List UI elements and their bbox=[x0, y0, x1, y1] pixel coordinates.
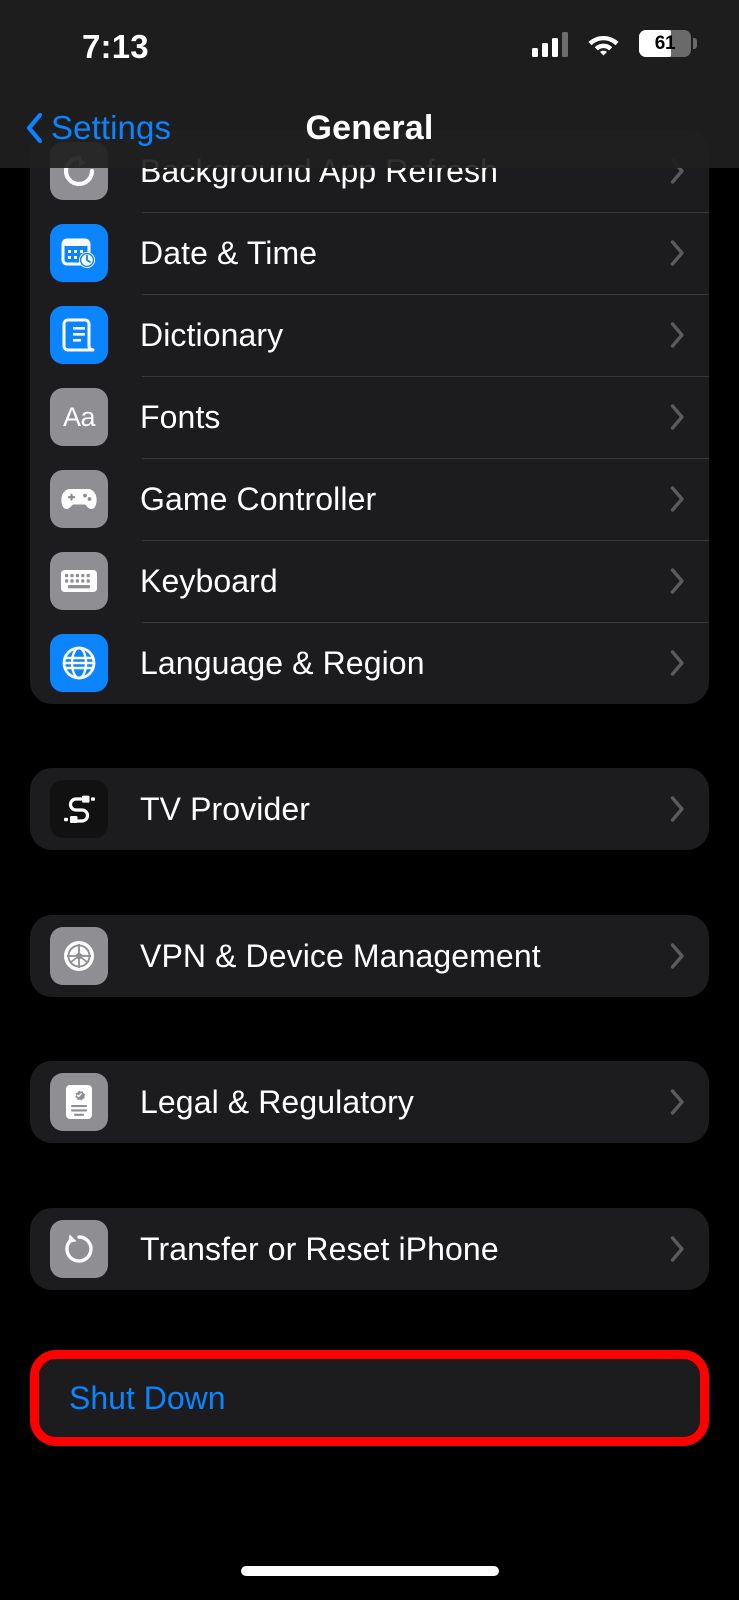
settings-row-dictionary[interactable]: Dictionary bbox=[30, 294, 709, 376]
certificate-document-icon bbox=[50, 1073, 108, 1131]
battery-icon: 61 bbox=[639, 30, 697, 57]
settings-row-label: Fonts bbox=[140, 398, 221, 435]
settings-row-tv-provider[interactable]: TV Provider bbox=[30, 768, 709, 850]
settings-row-label: Dictionary bbox=[140, 316, 284, 353]
status-bar: 7:13 61 bbox=[0, 0, 739, 88]
chevron-right-icon bbox=[670, 568, 684, 594]
battery-tip bbox=[693, 38, 697, 49]
gamepad-icon bbox=[50, 470, 108, 528]
chevron-right-icon bbox=[670, 486, 684, 512]
cellular-signal-icon bbox=[532, 31, 568, 57]
chevron-right-icon bbox=[670, 240, 684, 266]
wifi-icon bbox=[587, 31, 620, 56]
iphone-screen: Background App Refresh Date & Time Diction… bbox=[0, 0, 739, 1600]
settings-row-transfer-or-reset-iphone[interactable]: Transfer or Reset iPhone bbox=[30, 1208, 709, 1290]
gear-icon bbox=[50, 927, 108, 985]
chevron-right-icon bbox=[670, 404, 684, 430]
chevron-right-icon bbox=[670, 943, 684, 969]
page-title: General bbox=[305, 108, 434, 147]
status-bar-indicators: 61 bbox=[532, 30, 697, 57]
tv-connector-icon bbox=[50, 780, 108, 838]
chevron-right-icon bbox=[670, 1236, 684, 1262]
home-indicator[interactable] bbox=[240, 1566, 499, 1576]
chevron-right-icon bbox=[670, 650, 684, 676]
aa-text-icon: Aa bbox=[50, 388, 108, 446]
keyboard-icon bbox=[50, 552, 108, 610]
settings-row-vpn-device-management[interactable]: VPN & Device Management bbox=[30, 915, 709, 997]
status-bar-time: 7:13 bbox=[82, 28, 149, 65]
navigation-bar: Settings General bbox=[0, 88, 739, 168]
shut-down-highlight-wrapper: Shut Down bbox=[30, 1350, 709, 1446]
settings-row-fonts[interactable]: Aa Fonts bbox=[30, 376, 709, 458]
settings-row-date-time[interactable]: Date & Time bbox=[30, 212, 709, 294]
settings-row-game-controller[interactable]: Game Controller bbox=[30, 458, 709, 540]
settings-row-label: TV Provider bbox=[140, 790, 311, 827]
battery-percent-label: 61 bbox=[654, 32, 676, 54]
settings-group-general: Background App Refresh Date & Time Diction… bbox=[30, 130, 709, 704]
book-icon bbox=[50, 306, 108, 364]
settings-row-label: Game Controller bbox=[140, 480, 377, 517]
settings-group-reset: Transfer or Reset iPhone bbox=[30, 1208, 709, 1290]
settings-row-label: Date & Time bbox=[140, 234, 318, 271]
shut-down-label: Shut Down bbox=[69, 1379, 226, 1416]
settings-group-tv-provider: TV Provider bbox=[30, 768, 709, 850]
settings-row-label: Transfer or Reset iPhone bbox=[140, 1230, 499, 1267]
calendar-clock-icon bbox=[50, 224, 108, 282]
globe-icon bbox=[50, 634, 108, 692]
settings-group-legal: Legal & Regulatory bbox=[30, 1061, 709, 1143]
settings-row-label: Legal & Regulatory bbox=[140, 1083, 414, 1120]
settings-row-legal-regulatory[interactable]: Legal & Regulatory bbox=[30, 1061, 709, 1143]
settings-row-label: Keyboard bbox=[140, 562, 278, 599]
settings-row-keyboard[interactable]: Keyboard bbox=[30, 540, 709, 622]
settings-row-label: Language & Region bbox=[140, 644, 425, 681]
shut-down-button[interactable]: Shut Down bbox=[39, 1359, 700, 1437]
chevron-right-icon bbox=[670, 796, 684, 822]
chevron-right-icon bbox=[670, 1089, 684, 1115]
chevron-right-icon bbox=[670, 322, 684, 348]
settings-row-label: VPN & Device Management bbox=[140, 937, 541, 974]
settings-row-language-region[interactable]: Language & Region bbox=[30, 622, 709, 704]
settings-group-vpn: VPN & Device Management bbox=[30, 915, 709, 997]
settings-scroll-view[interactable]: Background App Refresh Date & Time Diction… bbox=[0, 0, 739, 1600]
reset-arrow-icon bbox=[50, 1220, 108, 1278]
